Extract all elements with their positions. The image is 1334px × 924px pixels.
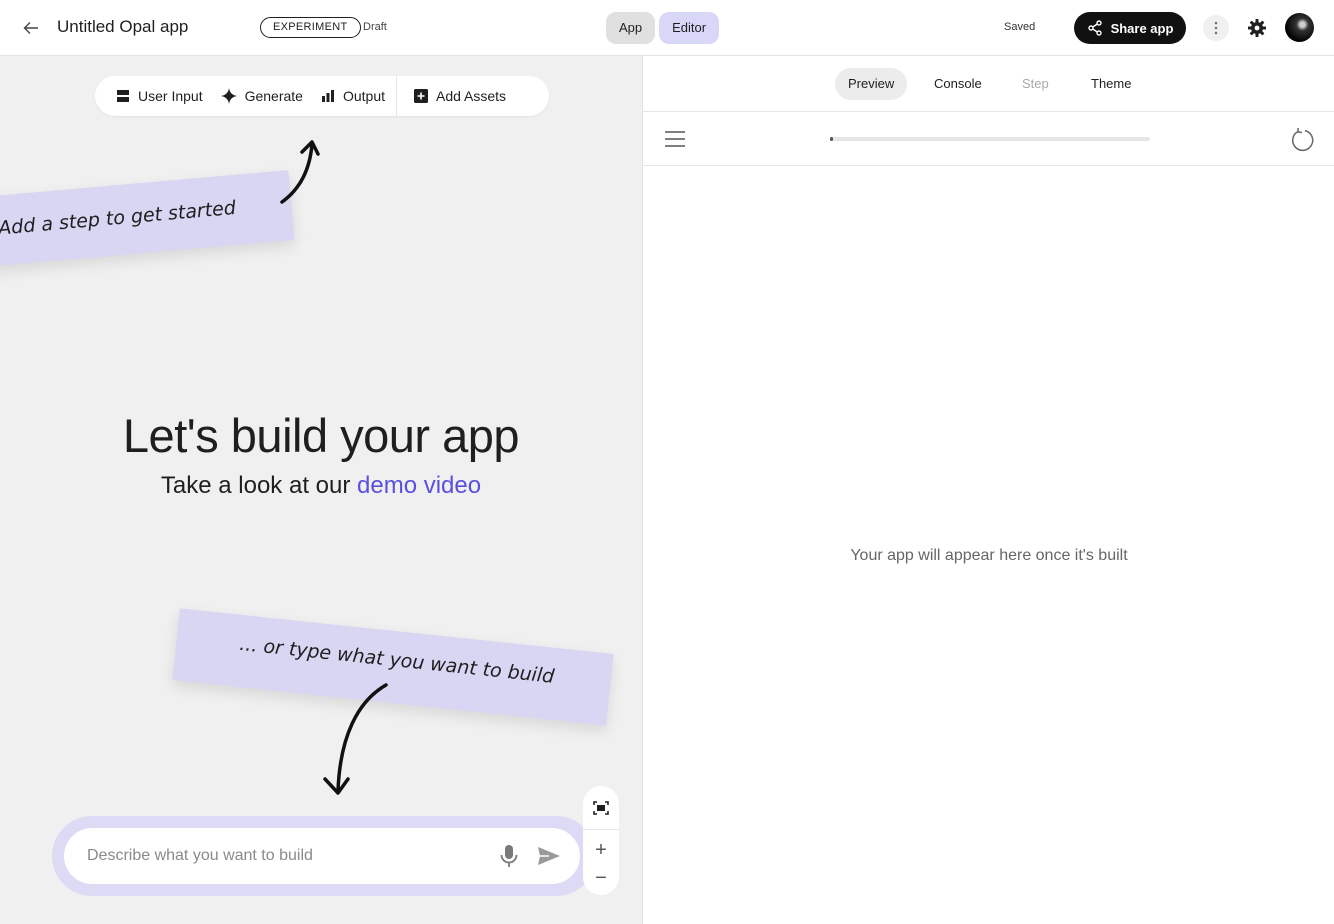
run-progress-fill	[830, 137, 834, 141]
restart-button[interactable]	[1289, 127, 1315, 153]
hero-subtitle-text: Take a look at our	[160, 472, 358, 499]
empty-preview-message: Your app will appear here once it's buil…	[850, 547, 1128, 564]
hamburger-menu-icon	[665, 131, 685, 147]
output-label: Output	[342, 88, 385, 104]
add-assets-label: Add Assets	[436, 88, 507, 104]
send-button[interactable]	[536, 844, 562, 868]
step-toolbar: User Input Generate Output Add Assets	[95, 76, 549, 116]
voice-input-button[interactable]	[498, 844, 520, 868]
hint-arrow-down-icon	[323, 683, 388, 795]
generate-button[interactable]: Generate	[212, 76, 312, 116]
send-icon	[538, 847, 560, 865]
prompt-box	[64, 828, 580, 884]
menu-button[interactable]	[663, 128, 687, 150]
preview-panel: Preview Console Step Theme Your app will…	[642, 56, 1334, 924]
zoom-in-button[interactable]: +	[583, 838, 619, 862]
fit-screen-icon	[593, 800, 609, 815]
prompt-container	[52, 816, 596, 896]
settings-button[interactable]	[1244, 15, 1270, 41]
share-app-label: Share app	[1110, 20, 1174, 36]
output-button[interactable]: Output	[312, 76, 394, 116]
tab-console[interactable]: Console	[921, 68, 995, 100]
hero-subtitle: Take a look at our demo video	[0, 472, 642, 500]
editor-canvas[interactable]: User Input Generate Output Add Assets Ad…	[0, 56, 642, 924]
hint-note-top-text: Add a step to get started	[0, 196, 237, 240]
draft-status: Draft	[363, 21, 387, 33]
hero-title: Let's build your app	[122, 409, 520, 462]
mode-editor-button[interactable]: Editor	[659, 12, 720, 44]
share-icon	[1087, 20, 1102, 36]
output-chart-icon	[321, 90, 334, 102]
user-input-label: User Input	[138, 88, 203, 104]
top-header: Untitled Opal app EXPERIMENT Draft App E…	[0, 0, 1334, 56]
mode-app-button[interactable]: App	[606, 12, 656, 44]
restart-icon	[1291, 128, 1314, 152]
arrow-back-icon	[23, 22, 38, 34]
hint-note-bottom-text: ... or type what you want to build	[238, 632, 556, 688]
tab-preview[interactable]: Preview	[835, 68, 908, 100]
tab-step[interactable]: Step	[1009, 68, 1062, 100]
back-button[interactable]	[18, 15, 44, 41]
demo-video-link[interactable]: demo video	[357, 472, 481, 499]
hint-note-top: Add a step to get started	[0, 170, 295, 268]
run-progress-bar	[830, 137, 1150, 141]
mic-icon	[500, 845, 518, 867]
tab-theme[interactable]: Theme	[1078, 68, 1144, 100]
preview-controls	[643, 112, 1334, 166]
zoom-controls: + −	[583, 786, 619, 895]
preview-tabs: Preview Console Step Theme	[643, 56, 1334, 112]
hint-arrow-up-icon	[280, 140, 320, 204]
experiment-badge: EXPERIMENT	[260, 17, 361, 38]
gear-icon	[1248, 19, 1266, 37]
more-options-button[interactable]	[1203, 15, 1229, 41]
fit-to-screen-button[interactable]	[583, 786, 619, 830]
user-avatar[interactable]	[1285, 13, 1314, 42]
zoom-out-button[interactable]: −	[583, 866, 619, 890]
user-input-button[interactable]: User Input	[107, 76, 212, 116]
more-vert-icon	[1214, 21, 1218, 35]
share-app-button[interactable]: Share app	[1074, 12, 1186, 44]
toolbar-divider	[396, 76, 397, 116]
mode-toggle: App Editor	[606, 12, 720, 44]
saved-status: Saved	[1004, 21, 1036, 33]
add-assets-button[interactable]: Add Assets	[399, 76, 515, 116]
sparkle-icon	[220, 88, 237, 104]
app-title[interactable]: Untitled Opal app	[57, 17, 188, 37]
describe-app-input[interactable]	[87, 828, 477, 884]
generate-label: Generate	[244, 88, 303, 104]
user-input-icon	[117, 90, 129, 102]
add-box-icon	[414, 89, 428, 103]
